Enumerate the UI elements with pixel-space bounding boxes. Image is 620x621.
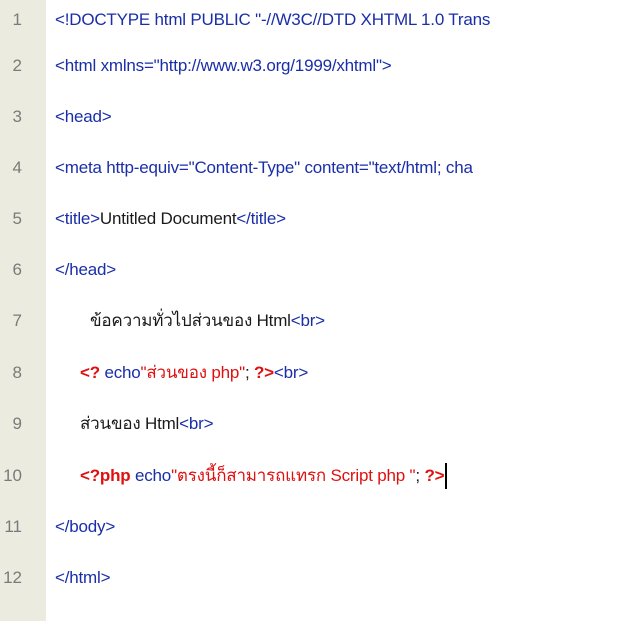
code-text: </head>	[55, 259, 116, 279]
code-text: <!DOCTYPE html PUBLIC "-//W3C//DTD XHTML…	[55, 9, 491, 29]
echo-keyword: echo	[99, 363, 141, 382]
code-text: <? echo"ส่วนของ php"; ?><br>	[80, 359, 308, 386]
br-tag: <br>	[290, 311, 325, 330]
line-number: 10	[3, 465, 22, 485]
br-tag: <br>	[179, 414, 214, 433]
code-line[interactable]: 1 <!DOCTYPE html PUBLIC "-//W3C//DTD XHT…	[0, 0, 620, 45]
code-line[interactable]: 4 <meta http-equiv="Content-Type" conten…	[0, 142, 620, 193]
php-open-tag: <?php	[80, 465, 131, 485]
code-text: </body>	[55, 516, 116, 536]
code-line[interactable]: 3 <head>	[0, 91, 620, 142]
html-text: ข้อความทั่วไปส่วนของ Html	[90, 311, 291, 330]
code-text: ส่วนของ Html<br>	[80, 410, 214, 437]
php-string: "ตรงนี้ก็สามารถแทรก Script php "	[171, 465, 416, 485]
line-number: 9	[12, 413, 22, 433]
php-close-tag: ?>	[424, 465, 445, 485]
line-number: 11	[4, 516, 22, 536]
code-line[interactable]: 9 ส่วนของ Html<br>	[0, 398, 620, 449]
code-line[interactable]: 10 <?php echo"ตรงนี้ก็สามารถแทรก Script …	[0, 450, 620, 501]
br-tag: <br>	[273, 363, 309, 382]
code-text: <head>	[55, 106, 112, 126]
code-line[interactable]: 2 <html xmlns="http://www.w3.org/1999/xh…	[0, 40, 620, 91]
code-line[interactable]: 11 </body>	[0, 501, 620, 552]
code-line[interactable]: 6 </head>	[0, 244, 620, 295]
code-line[interactable]: 12 </html>	[0, 552, 620, 603]
code-text: <?php echo"ตรงนี้ก็สามารถแทรก Script php…	[80, 462, 448, 490]
line-number: 6	[12, 259, 22, 279]
line-number: 1	[12, 9, 22, 29]
html-text: ส่วนของ Html	[80, 414, 180, 433]
title-close-tag: </title>	[236, 208, 286, 228]
title-open-tag: <title>	[55, 208, 100, 228]
code-text: ข้อความทั่วไปส่วนของ Html<br>	[90, 307, 325, 334]
code-text: <html xmlns="http://www.w3.org/1999/xhtm…	[55, 55, 392, 75]
php-open-tag: <?	[80, 363, 100, 382]
line-number: 4	[12, 157, 22, 177]
line-number: 12	[3, 567, 22, 587]
php-string: "ส่วนของ php"	[140, 363, 246, 382]
php-close-tag: ?>	[254, 363, 274, 382]
code-line[interactable]: 5 <title>Untitled Document</title>	[0, 193, 620, 244]
line-number: 8	[12, 362, 22, 382]
code-text: </html>	[55, 567, 111, 587]
code-line[interactable]: 8 <? echo"ส่วนของ php"; ?><br>	[0, 347, 620, 398]
code-text: <meta http-equiv="Content-Type" content=…	[55, 157, 473, 177]
code-text: <title>Untitled Document</title>	[55, 209, 286, 229]
line-number: 7	[12, 310, 22, 330]
line-number: 2	[12, 55, 22, 75]
code-editor[interactable]: 1 <!DOCTYPE html PUBLIC "-//W3C//DTD XHT…	[0, 0, 620, 621]
text-cursor	[445, 463, 448, 490]
echo-keyword: echo	[130, 465, 172, 485]
line-number: 3	[12, 106, 22, 126]
code-line[interactable]: 7 ข้อความทั่วไปส่วนของ Html<br>	[0, 295, 620, 346]
title-text: Untitled Document	[99, 208, 237, 228]
line-number: 5	[12, 208, 22, 228]
semicolon: ;	[244, 363, 254, 382]
